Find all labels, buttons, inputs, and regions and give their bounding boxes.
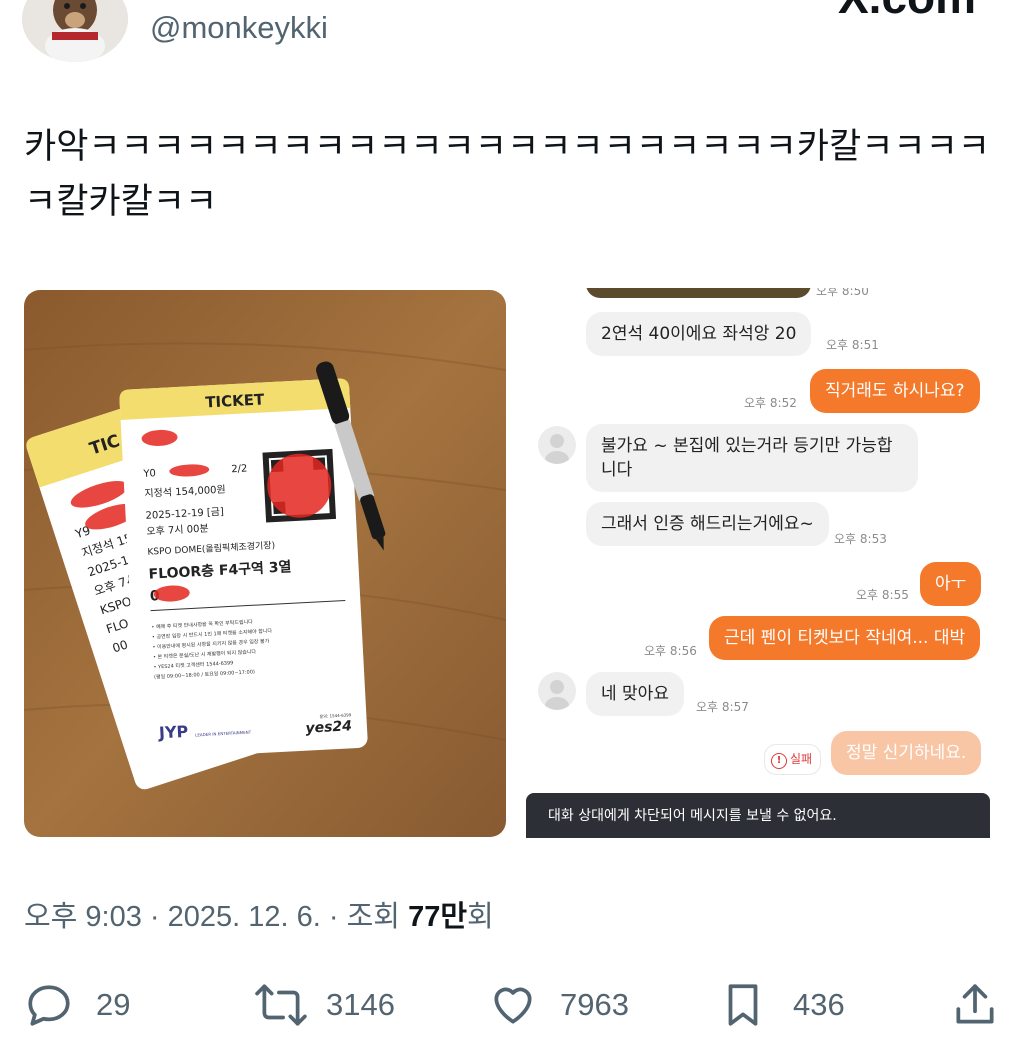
msg-time-4: 오후 8:53	[834, 532, 887, 546]
bookmark-button[interactable]: 436	[718, 980, 845, 1030]
ticket-front: TICKET Y0 2/2 지정석 154,000원 2025-12-19 [금…	[119, 378, 368, 759]
retweet-button[interactable]: 3146	[254, 980, 395, 1030]
msg-time-7: 오후 8:57	[696, 700, 749, 714]
error-icon: !	[771, 753, 787, 769]
post-time: 오후 9:03	[24, 901, 142, 933]
msg-time-2: 오후 8:52	[744, 396, 797, 410]
chat-message-8-failed: 정말 신기하네요.	[831, 731, 982, 775]
bookmark-count: 436	[793, 987, 845, 1022]
chat-avatar-2	[538, 672, 576, 710]
chat-message-6: 근데 펜이 티켓보다 작네여... 대박	[709, 616, 981, 660]
post-date: 2025. 12. 6.	[167, 901, 321, 933]
retweet-count: 3146	[326, 987, 395, 1022]
chat-message-7: 네 맞아요	[586, 672, 684, 716]
blocked-banner: 대화 상대에게 차단되어 메시지를 보낼 수 없어요.	[526, 793, 990, 838]
bookmark-icon	[718, 980, 768, 1030]
share-icon	[950, 980, 1000, 1030]
chat-screenshot: 오후 8:50 2연석 40이에요 좌석앙 20 오후 8:51 오후 8:52…	[514, 288, 1000, 838]
chat-message-2: 직거래도 하시나요?	[810, 369, 980, 413]
msg-time-5: 오후 8:55	[856, 588, 909, 602]
chat-message-4: 그래서 인증 해드리는거에요~	[586, 502, 829, 546]
views-suffix: 회	[467, 901, 494, 933]
msg-time-top: 오후 8:50	[816, 288, 869, 298]
yes24-logo: yes24	[305, 718, 352, 736]
reply-button[interactable]: 29	[24, 980, 130, 1030]
heart-icon	[488, 980, 538, 1030]
fail-badge: ! 실패	[764, 744, 822, 775]
author-handle[interactable]: @monkeykki	[150, 10, 328, 46]
retweet-icon	[254, 980, 308, 1030]
tweet-meta: 오후 9:03 · 2025. 12. 6. · 조회 77만회	[24, 901, 494, 933]
jyp-logo: JYP	[158, 722, 189, 743]
reply-count: 29	[96, 987, 131, 1022]
x-logo: X.com	[838, 0, 976, 24]
ticket-photo[interactable]: TIC Y9지정석 1542025-12오후 7시KSPOFLO00 TICKE…	[24, 290, 506, 837]
seat-count: 2/2	[231, 463, 248, 475]
msg-time-6: 오후 8:56	[644, 644, 697, 658]
chat-message-1: 2연석 40이에요 좌석앙 20	[586, 312, 812, 356]
svg-text:Y0: Y0	[142, 468, 156, 480]
chat-avatar-1	[538, 426, 576, 464]
chat-message-3: 불가요 ~ 본집에 있는거라 등기만 가능합니다	[586, 424, 918, 492]
tweet-text: 카악ㅋㅋㅋㅋㅋㅋㅋㅋㅋㅋㅋㅋㅋㅋㅋㅋㅋㅋㅋㅋㅋㅋ카칼ㅋㅋㅋㅋㅋ칼카칼ㅋㅋ	[24, 127, 991, 222]
like-button[interactable]: 7963	[488, 980, 629, 1030]
cut-bubble	[586, 288, 811, 298]
views-count: 77만	[408, 901, 467, 933]
chat-message-5: 아ㅜ	[920, 562, 982, 606]
fail-label: 실패	[790, 752, 813, 766]
avatar[interactable]	[22, 0, 128, 62]
ticket-header: TICKET	[205, 390, 266, 411]
like-count: 7963	[560, 987, 629, 1022]
views-label: 조회	[346, 901, 400, 933]
share-button[interactable]	[950, 980, 1000, 1030]
msg-time-1: 오후 8:51	[826, 338, 879, 352]
reply-icon	[24, 980, 74, 1030]
